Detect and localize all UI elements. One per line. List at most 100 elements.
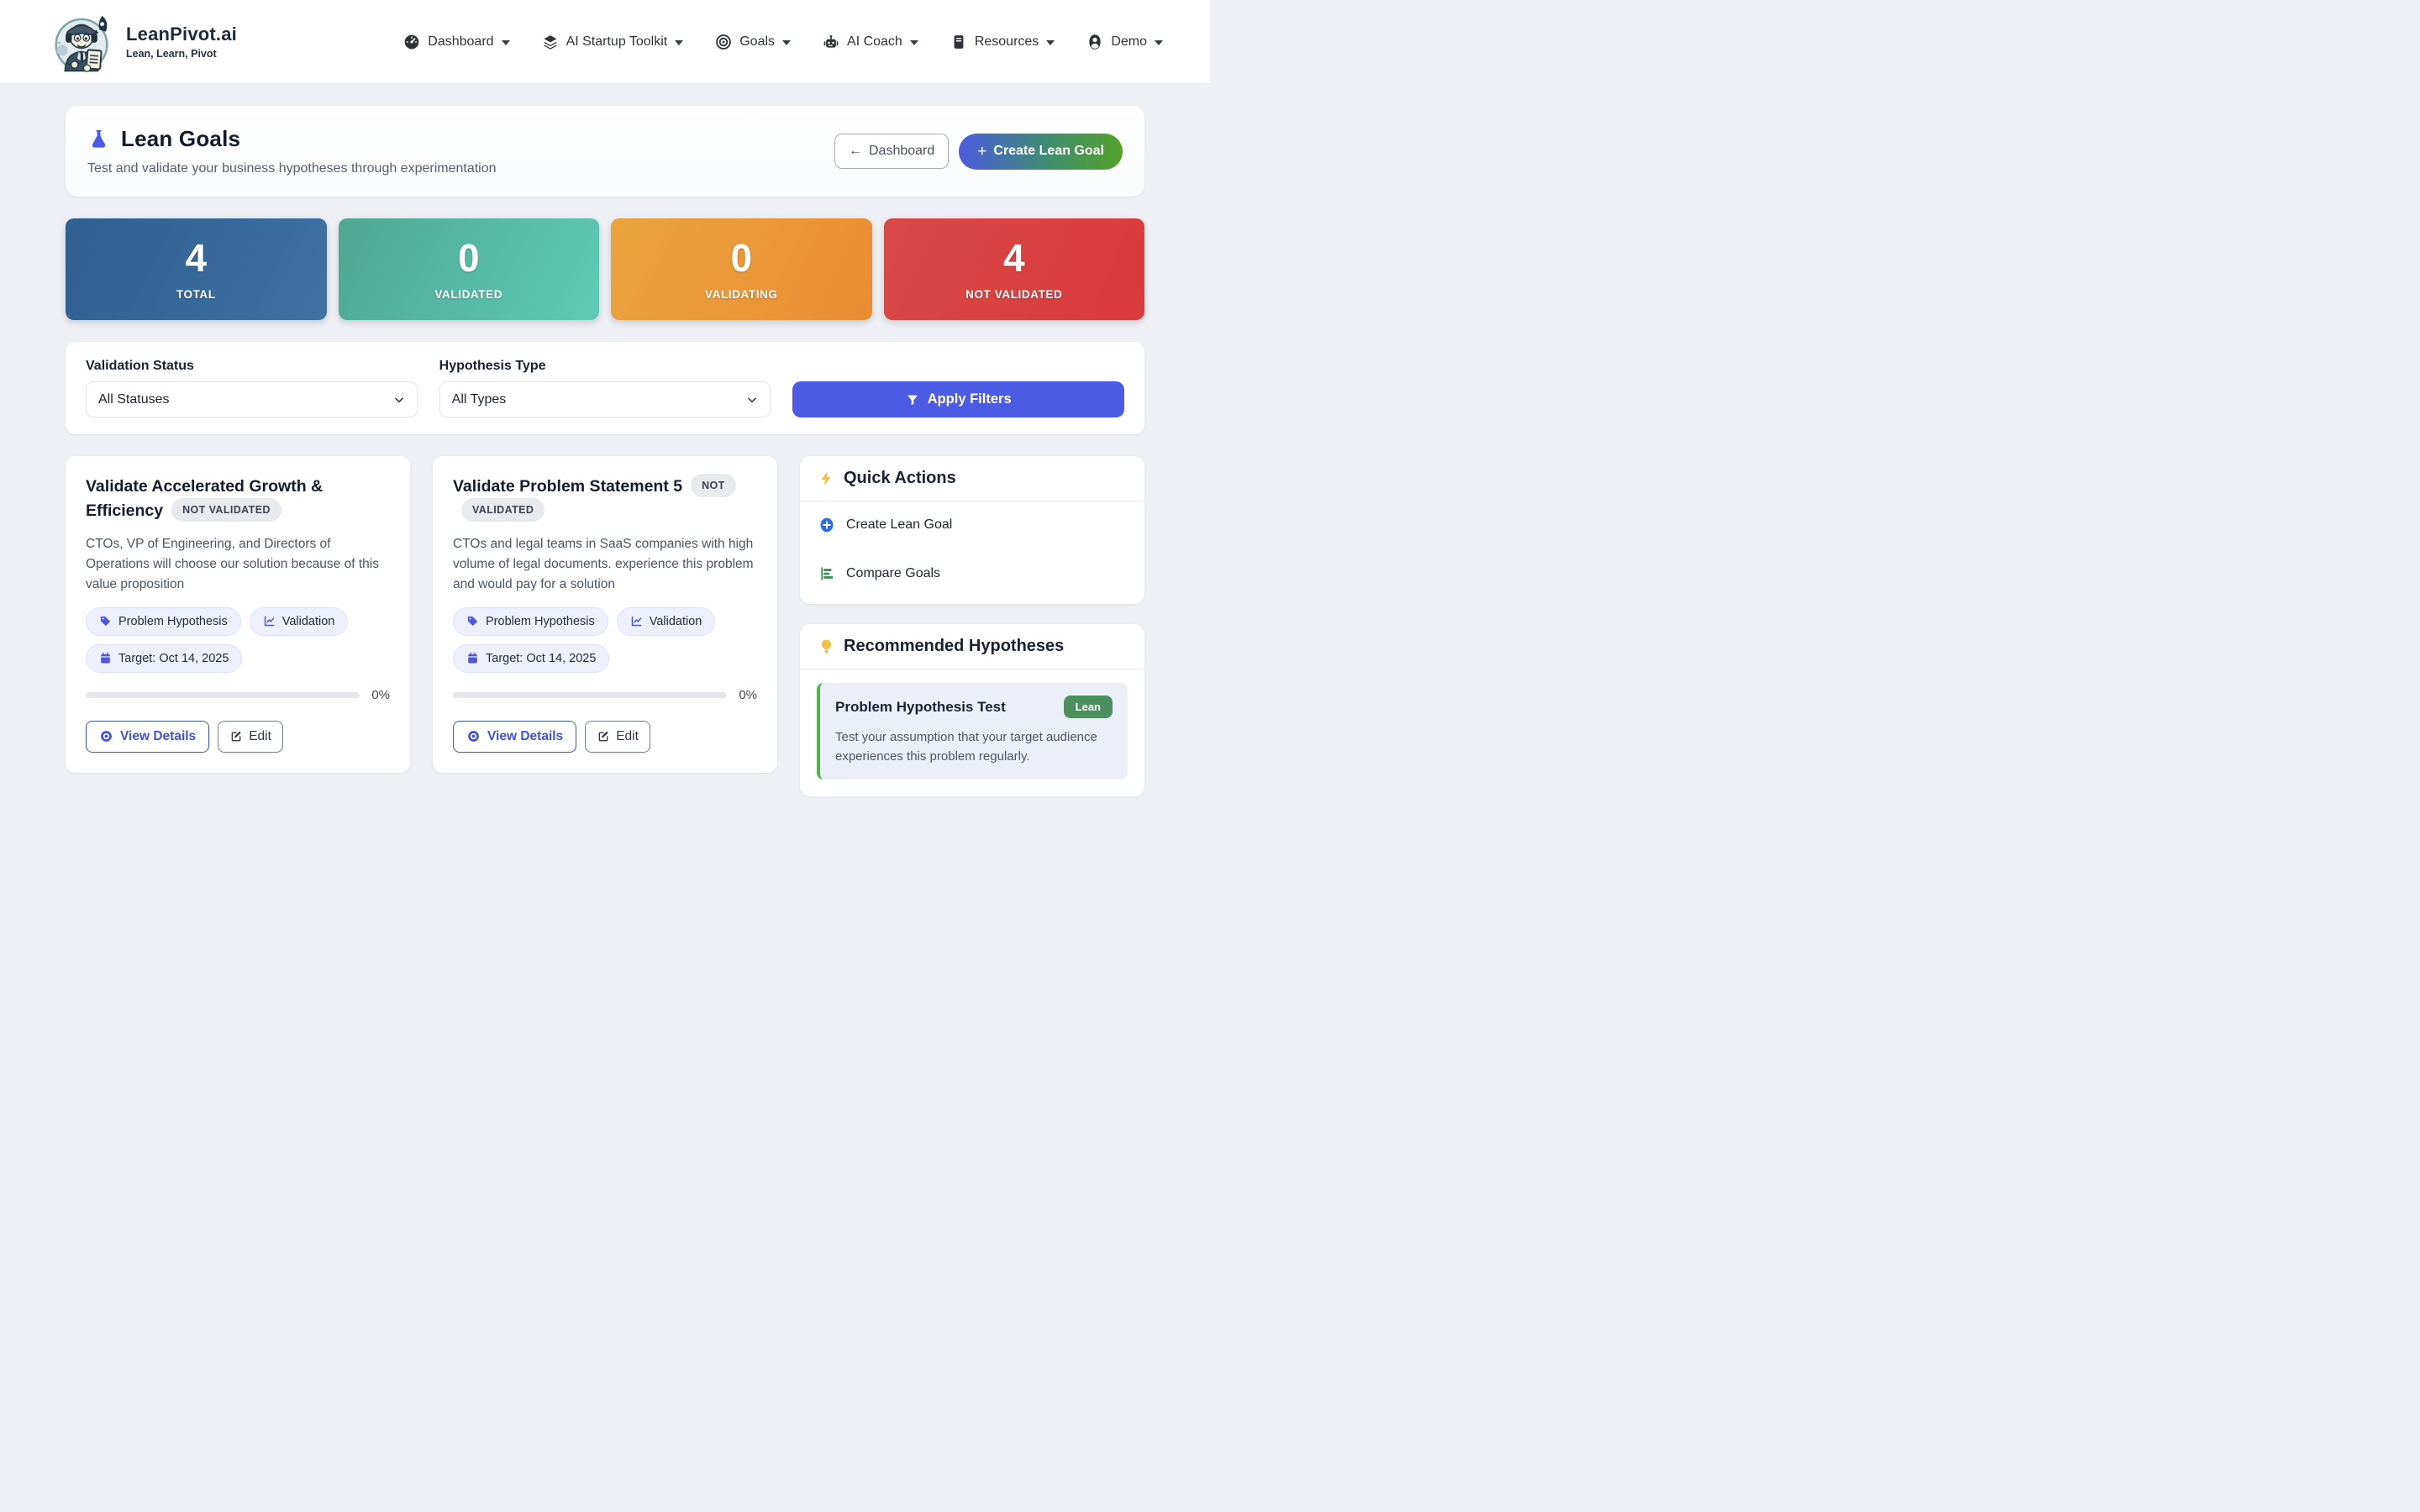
view-details-button[interactable]: View Details: [86, 721, 209, 753]
tag-icon: [466, 615, 479, 627]
sidebar: Quick Actions Create Lean Goal Compare G…: [800, 456, 1144, 796]
stats-row: 4 TOTAL 0 VALIDATED 0 VALIDATING 4 NOT V…: [66, 218, 1144, 320]
plus-icon: +: [977, 144, 986, 160]
eye-icon: [466, 729, 481, 743]
edit-button[interactable]: Edit: [585, 721, 650, 753]
nav-label: Resources: [975, 34, 1039, 50]
page-subtitle: Test and validate your business hypothes…: [87, 161, 497, 176]
hypothesis-title: Problem Hypothesis Test: [835, 699, 1006, 716]
back-to-dashboard-button[interactable]: ← Dashboard: [834, 134, 949, 169]
view-details-button[interactable]: View Details: [453, 721, 576, 753]
target-icon: [715, 34, 732, 50]
quick-actions-panel: Quick Actions Create Lean Goal Compare G…: [800, 456, 1144, 604]
gauge-icon: [403, 34, 420, 50]
brand-name: LeanPivot.ai: [126, 24, 237, 45]
validation-status-select[interactable]: All Statuses: [86, 381, 418, 417]
hypothesis-card[interactable]: Problem Hypothesis Test Lean Test your a…: [817, 683, 1128, 780]
goals-grid: Validate Accelerated Growth & Efficiency…: [66, 456, 1144, 796]
tag-validation: Validation: [250, 607, 349, 636]
tag-icon: [99, 615, 112, 627]
chevron-down-icon: [1046, 40, 1055, 45]
nav-item-resources[interactable]: Resources: [950, 34, 1055, 50]
progress-bar: [453, 692, 727, 698]
stat-card-validated: 0 VALIDATED: [339, 218, 600, 320]
goal-title: Validate Problem Statement 5NOT VALIDATE…: [453, 475, 757, 524]
lean-badge: Lean: [1064, 696, 1113, 718]
goal-description: CTOs, VP of Engineering, and Directors o…: [86, 534, 390, 596]
chart-line-icon: [630, 615, 643, 627]
nav-item-ai-coach[interactable]: AI Coach: [823, 34, 918, 50]
goal-card: Validate Accelerated Growth & Efficiency…: [66, 456, 410, 773]
page-header-card: Lean Goals Test and validate your busine…: [66, 106, 1144, 197]
create-lean-goal-button[interactable]: + Create Lean Goal: [959, 134, 1123, 170]
brand[interactable]: LeanPivot.ai Lean, Learn, Pivot: [47, 8, 237, 76]
stat-card-total: 4 TOTAL: [66, 218, 327, 320]
progress-label: 0%: [739, 688, 757, 702]
apply-filters-button[interactable]: Apply Filters: [792, 381, 1124, 417]
chevron-down-icon: [1155, 40, 1163, 45]
arrow-left-icon: ←: [849, 144, 862, 159]
filters-panel: Validation Status All Statuses Hypothesi…: [66, 342, 1144, 434]
book-icon: [950, 34, 967, 50]
mascot-logo-icon: [47, 8, 116, 76]
chevron-down-icon: [746, 394, 758, 406]
tag-target-date: Target: Oct 14, 2025: [453, 644, 609, 673]
bar-chart-icon: [818, 565, 835, 582]
progress-label: 0%: [371, 688, 390, 702]
top-navbar: LeanPivot.ai Lean, Learn, Pivot Dashboar…: [0, 0, 1210, 84]
goal-title: Validate Accelerated Growth & Efficiency…: [86, 475, 390, 524]
stat-card-validating: 0 VALIDATING: [611, 218, 872, 320]
hypothesis-type-label: Hypothesis Type: [439, 359, 771, 374]
pencil-square-icon: [597, 730, 610, 743]
nav-label: Goals: [739, 34, 775, 50]
validation-status-label: Validation Status: [86, 359, 418, 374]
robot-icon: [823, 34, 839, 50]
hypothesis-type-select[interactable]: All Types: [439, 381, 771, 417]
progress-bar: [86, 692, 360, 698]
stat-label: NOT VALIDATED: [965, 288, 1062, 301]
layers-icon: [542, 34, 559, 50]
stat-label: VALIDATING: [705, 288, 778, 301]
edit-button[interactable]: Edit: [218, 721, 283, 753]
stat-label: TOTAL: [176, 288, 216, 301]
brand-tagline: Lean, Learn, Pivot: [126, 48, 237, 60]
action-create-lean-goal[interactable]: Create Lean Goal: [818, 517, 1126, 533]
recommended-title: Recommended Hypotheses: [844, 637, 1064, 656]
user-icon: [1086, 34, 1103, 50]
nav-label: Demo: [1111, 34, 1147, 50]
hypothesis-description: Test your assumption that your target au…: [835, 727, 1113, 767]
calendar-icon: [99, 652, 112, 664]
status-badge: NOT VALIDATED: [171, 498, 281, 522]
plus-circle-icon: [818, 517, 835, 533]
nav-item-dashboard[interactable]: Dashboard: [403, 34, 509, 50]
chevron-down-icon: [675, 40, 683, 45]
stat-label: VALIDATED: [434, 288, 502, 301]
lightning-icon: [818, 470, 834, 486]
stat-value: 0: [730, 239, 752, 277]
lightbulb-icon: [818, 638, 834, 654]
nav-item-goals[interactable]: Goals: [715, 34, 791, 50]
page-title: Lean Goals: [121, 126, 240, 152]
nav-item-demo-user-menu[interactable]: Demo: [1086, 34, 1163, 50]
stat-value: 4: [1003, 239, 1025, 277]
recommended-hypotheses-panel: Recommended Hypotheses Problem Hypothesi…: [800, 624, 1144, 796]
nav-label: Dashboard: [428, 34, 493, 50]
tag-validation: Validation: [617, 607, 716, 636]
chevron-down-icon: [502, 40, 510, 45]
chevron-down-icon: [393, 394, 405, 406]
eye-icon: [99, 729, 113, 743]
funnel-icon: [906, 393, 919, 407]
goal-card: Validate Problem Statement 5NOT VALIDATE…: [433, 456, 777, 773]
stat-card-not-validated: 4 NOT VALIDATED: [884, 218, 1145, 320]
nav-item-ai-startup-toolkit[interactable]: AI Startup Toolkit: [542, 34, 684, 50]
pencil-square-icon: [229, 730, 243, 743]
tag-problem-hypothesis: Problem Hypothesis: [86, 607, 241, 636]
quick-actions-title: Quick Actions: [844, 469, 956, 488]
action-compare-goals[interactable]: Compare Goals: [818, 565, 1126, 582]
tag-target-date: Target: Oct 14, 2025: [86, 644, 242, 673]
flask-icon: [87, 128, 110, 150]
calendar-icon: [466, 652, 479, 664]
chart-line-icon: [263, 615, 276, 627]
goal-description: CTOs and legal teams in SaaS companies w…: [453, 534, 757, 596]
tag-problem-hypothesis: Problem Hypothesis: [453, 607, 608, 636]
